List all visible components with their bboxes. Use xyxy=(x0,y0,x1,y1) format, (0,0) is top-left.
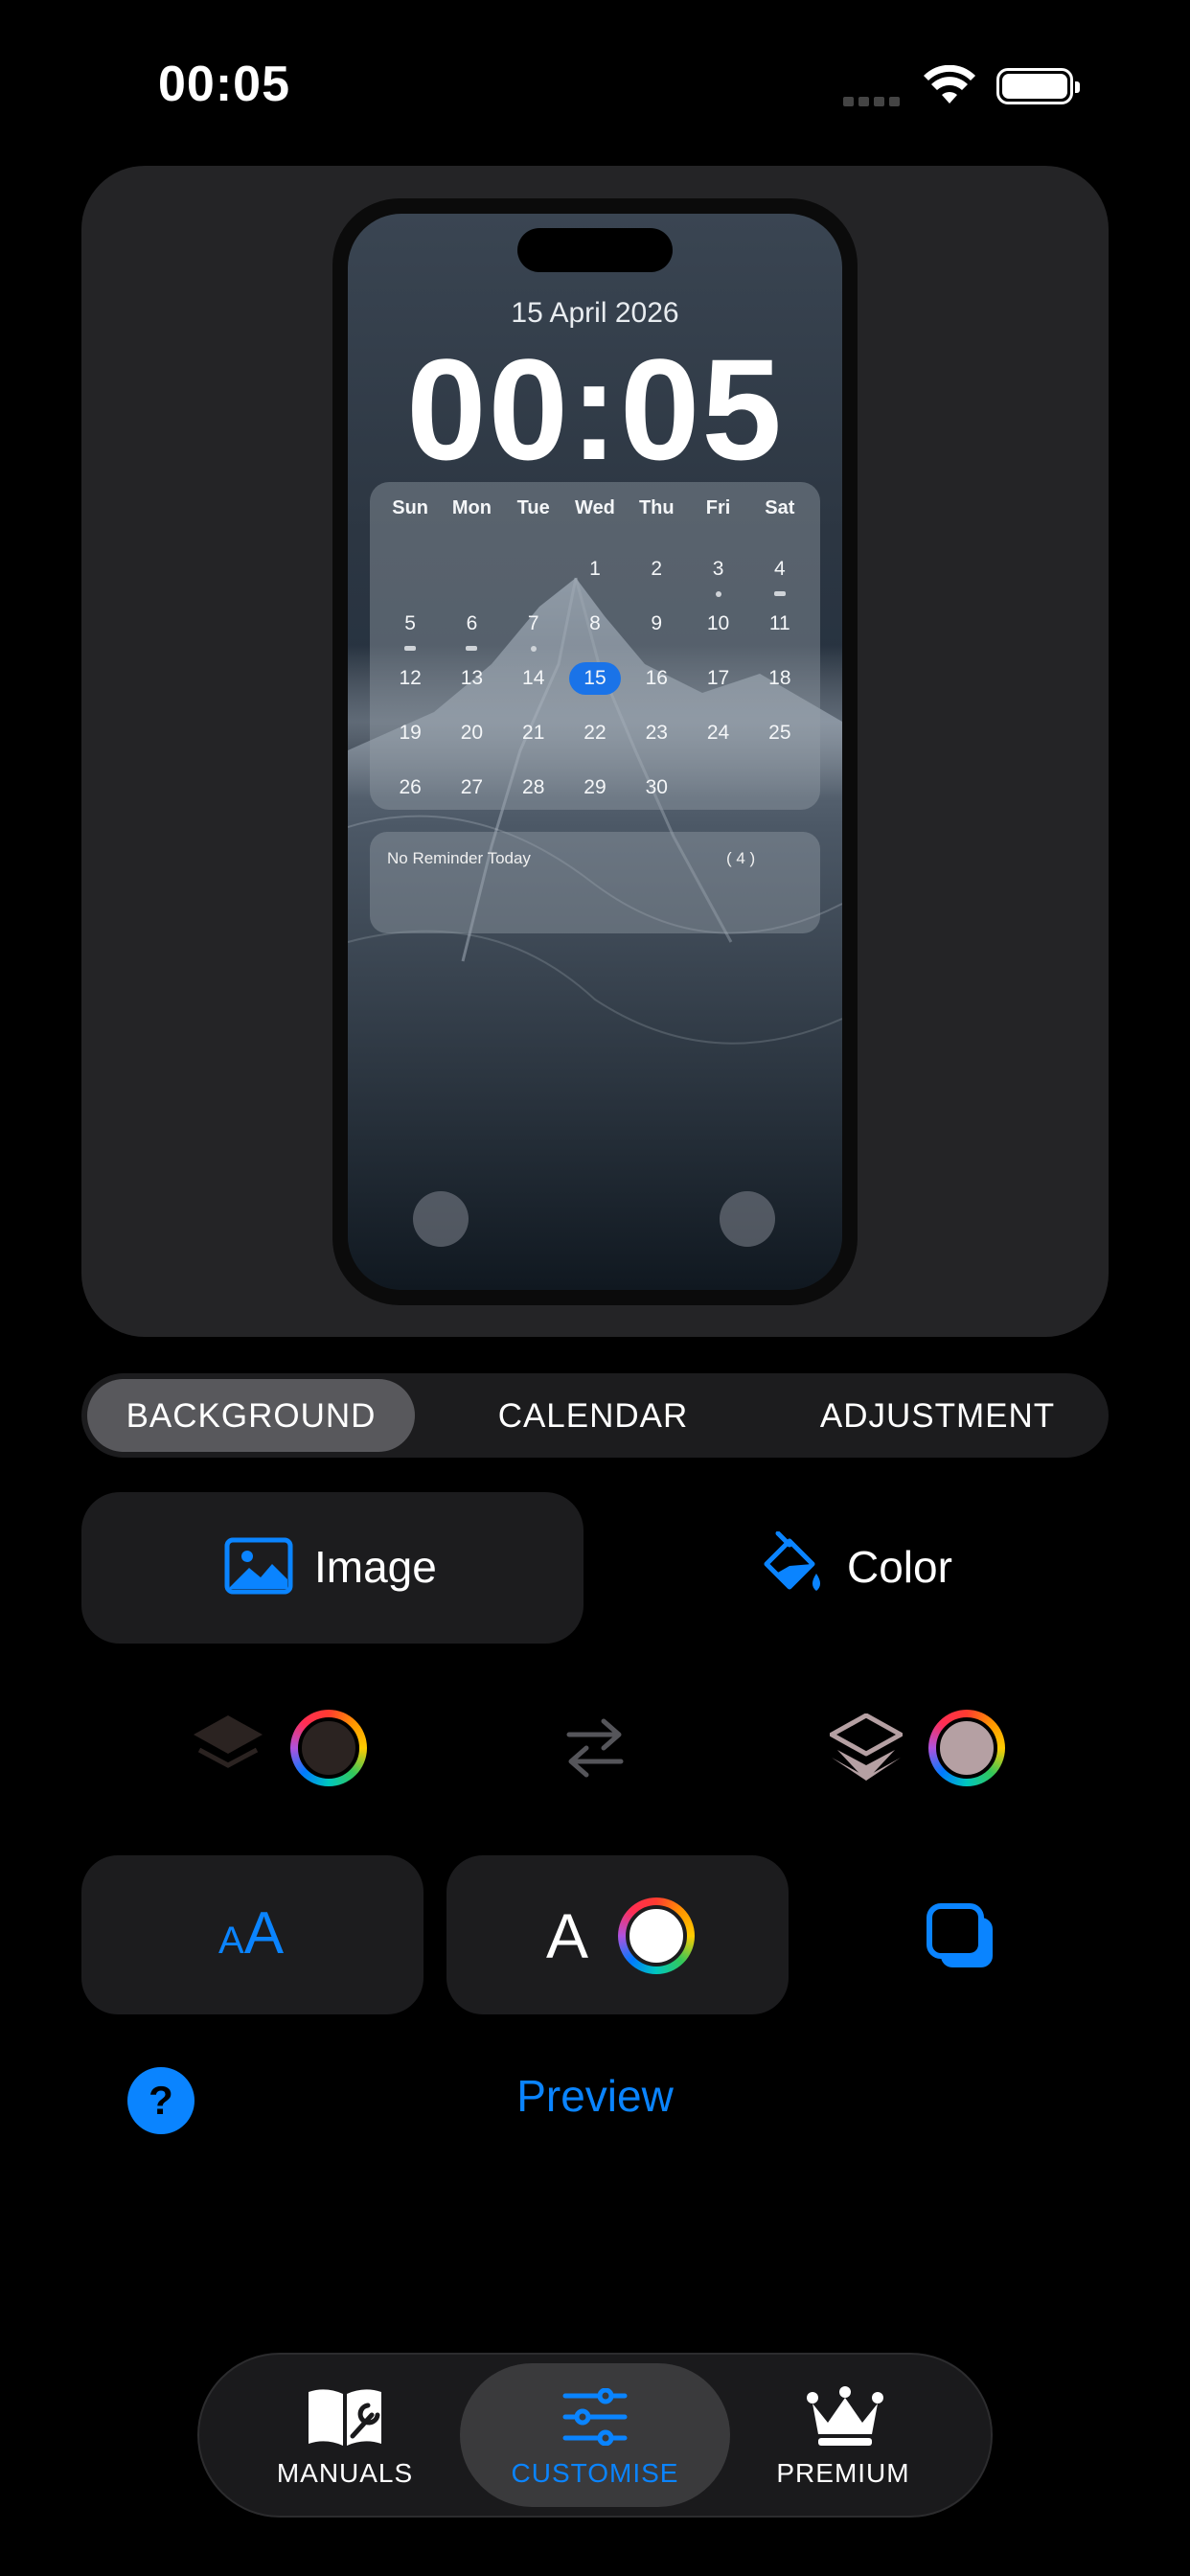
calendar-day: 29 xyxy=(584,776,606,798)
calendar-day: 27 xyxy=(460,776,484,798)
calendar-day: 2 xyxy=(651,558,663,580)
weekday-label: Tue xyxy=(516,497,550,518)
calendar-day: 14 xyxy=(522,667,545,689)
event-bar xyxy=(466,646,478,651)
text-color-swatch xyxy=(618,1898,695,1974)
weekday-label: Sat xyxy=(765,497,795,518)
flashlight-button xyxy=(413,1191,469,1247)
photo-icon xyxy=(224,1537,293,1595)
event-bar xyxy=(773,591,786,596)
calendar-day: 6 xyxy=(441,608,502,662)
status-time: 00:05 xyxy=(158,57,290,112)
calendar-week: 5 6 7 8 9 10 11 xyxy=(379,608,811,662)
wifi-icon xyxy=(924,65,975,104)
calendar-day xyxy=(503,553,564,608)
calendar-day: 17 xyxy=(706,667,730,689)
reminder-text: No Reminder Today xyxy=(387,849,531,867)
segment-calendar[interactable]: CALENDAR xyxy=(431,1397,755,1436)
paint-bucket-icon xyxy=(764,1531,820,1591)
calendar-day: 26 xyxy=(399,776,422,798)
calendar-day: 1 xyxy=(589,558,601,580)
layers-icon xyxy=(830,1714,903,1781)
calendar-day: 25 xyxy=(768,722,791,744)
calendar-week: 1 2 3 4 xyxy=(379,553,811,608)
calendar-week: 26 27 28 29 30 xyxy=(379,771,811,826)
swap-icon[interactable] xyxy=(565,1715,625,1779)
calendar-day: 22 xyxy=(584,722,606,744)
calendar-day: 3 xyxy=(687,553,748,608)
calendar-day: 4 xyxy=(749,553,811,608)
segment-background[interactable]: BACKGROUND xyxy=(87,1397,415,1436)
calendar-day: 8 xyxy=(589,612,601,634)
calendar-day: 23 xyxy=(645,722,668,744)
calendar-day: 30 xyxy=(645,776,668,798)
reminder-count: ( 4 ) xyxy=(726,849,756,867)
weekday-label: Mon xyxy=(451,497,492,518)
calendar-week: 19 20 21 22 23 24 25 xyxy=(379,717,811,771)
calendar-day xyxy=(687,771,748,826)
event-dot xyxy=(715,591,721,597)
calendar-day: 21 xyxy=(522,722,545,744)
tab-manuals-label: MANUALS xyxy=(276,2458,414,2488)
calendar-day: 18 xyxy=(768,667,791,689)
sliders-icon xyxy=(562,2388,628,2446)
calendar-day: 16 xyxy=(645,667,668,689)
help-button[interactable]: ? xyxy=(127,2067,195,2134)
event-bar xyxy=(404,646,417,651)
layers-icon xyxy=(194,1715,263,1768)
battery-icon xyxy=(996,68,1080,104)
preview-button[interactable]: Preview xyxy=(403,2070,787,2122)
color-option-label: Color xyxy=(847,1542,952,1592)
calendar-day: 5 xyxy=(379,608,441,662)
crown-icon xyxy=(807,2386,883,2446)
calendar-day xyxy=(749,771,811,826)
camera-button xyxy=(720,1191,775,1247)
calendar-day: 28 xyxy=(522,776,545,798)
image-option-label: Image xyxy=(314,1542,437,1592)
cellular-signal-icon xyxy=(843,94,904,106)
font-size-icon: AA xyxy=(218,1900,285,1966)
reminder-widget xyxy=(370,832,820,933)
calendar-day: 11 xyxy=(768,612,790,634)
calendar-day: 9 xyxy=(651,612,663,634)
tab-premium-label: PREMIUM xyxy=(776,2458,910,2488)
weekday-label: Wed xyxy=(575,497,615,518)
lock-screen-time: 00:05 xyxy=(406,329,784,490)
calendar-day: 12 xyxy=(399,667,422,689)
dynamic-island xyxy=(517,228,673,272)
calendar-day: 7 xyxy=(503,608,564,662)
calendar-day: 19 xyxy=(399,722,422,744)
weekday-label: Fri xyxy=(705,497,731,518)
calendar-day: 24 xyxy=(706,722,730,744)
book-wrench-icon xyxy=(309,2389,381,2446)
calendar-day xyxy=(441,553,502,608)
lock-screen-date: 15 April 2026 xyxy=(511,297,679,329)
calendar-week: 12 13 14 15 16 17 18 xyxy=(379,662,811,717)
calendar-grid: Sun Mon Tue Wed Thu Fri Sat 1 2 3 4 5 6 … xyxy=(379,498,811,826)
calendar-day: 10 xyxy=(706,612,730,634)
tab-customise-label[interactable]: CUSTOMISE xyxy=(460,2458,730,2489)
color-start-swatch[interactable] xyxy=(290,1710,367,1786)
text-color-glyph: A xyxy=(546,1900,589,1971)
calendar-day: 13 xyxy=(460,667,484,689)
color-end-swatch[interactable] xyxy=(928,1710,1005,1786)
widget-shape-icon[interactable] xyxy=(926,1902,996,1971)
weekday-label: Sun xyxy=(392,497,429,518)
weekday-label: Thu xyxy=(638,497,675,518)
segment-adjustment[interactable]: ADJUSTMENT xyxy=(772,1397,1103,1436)
event-dot xyxy=(530,646,537,652)
calendar-day-today: 15 xyxy=(564,662,626,717)
calendar-day xyxy=(379,553,441,608)
calendar-day: 20 xyxy=(460,722,484,744)
